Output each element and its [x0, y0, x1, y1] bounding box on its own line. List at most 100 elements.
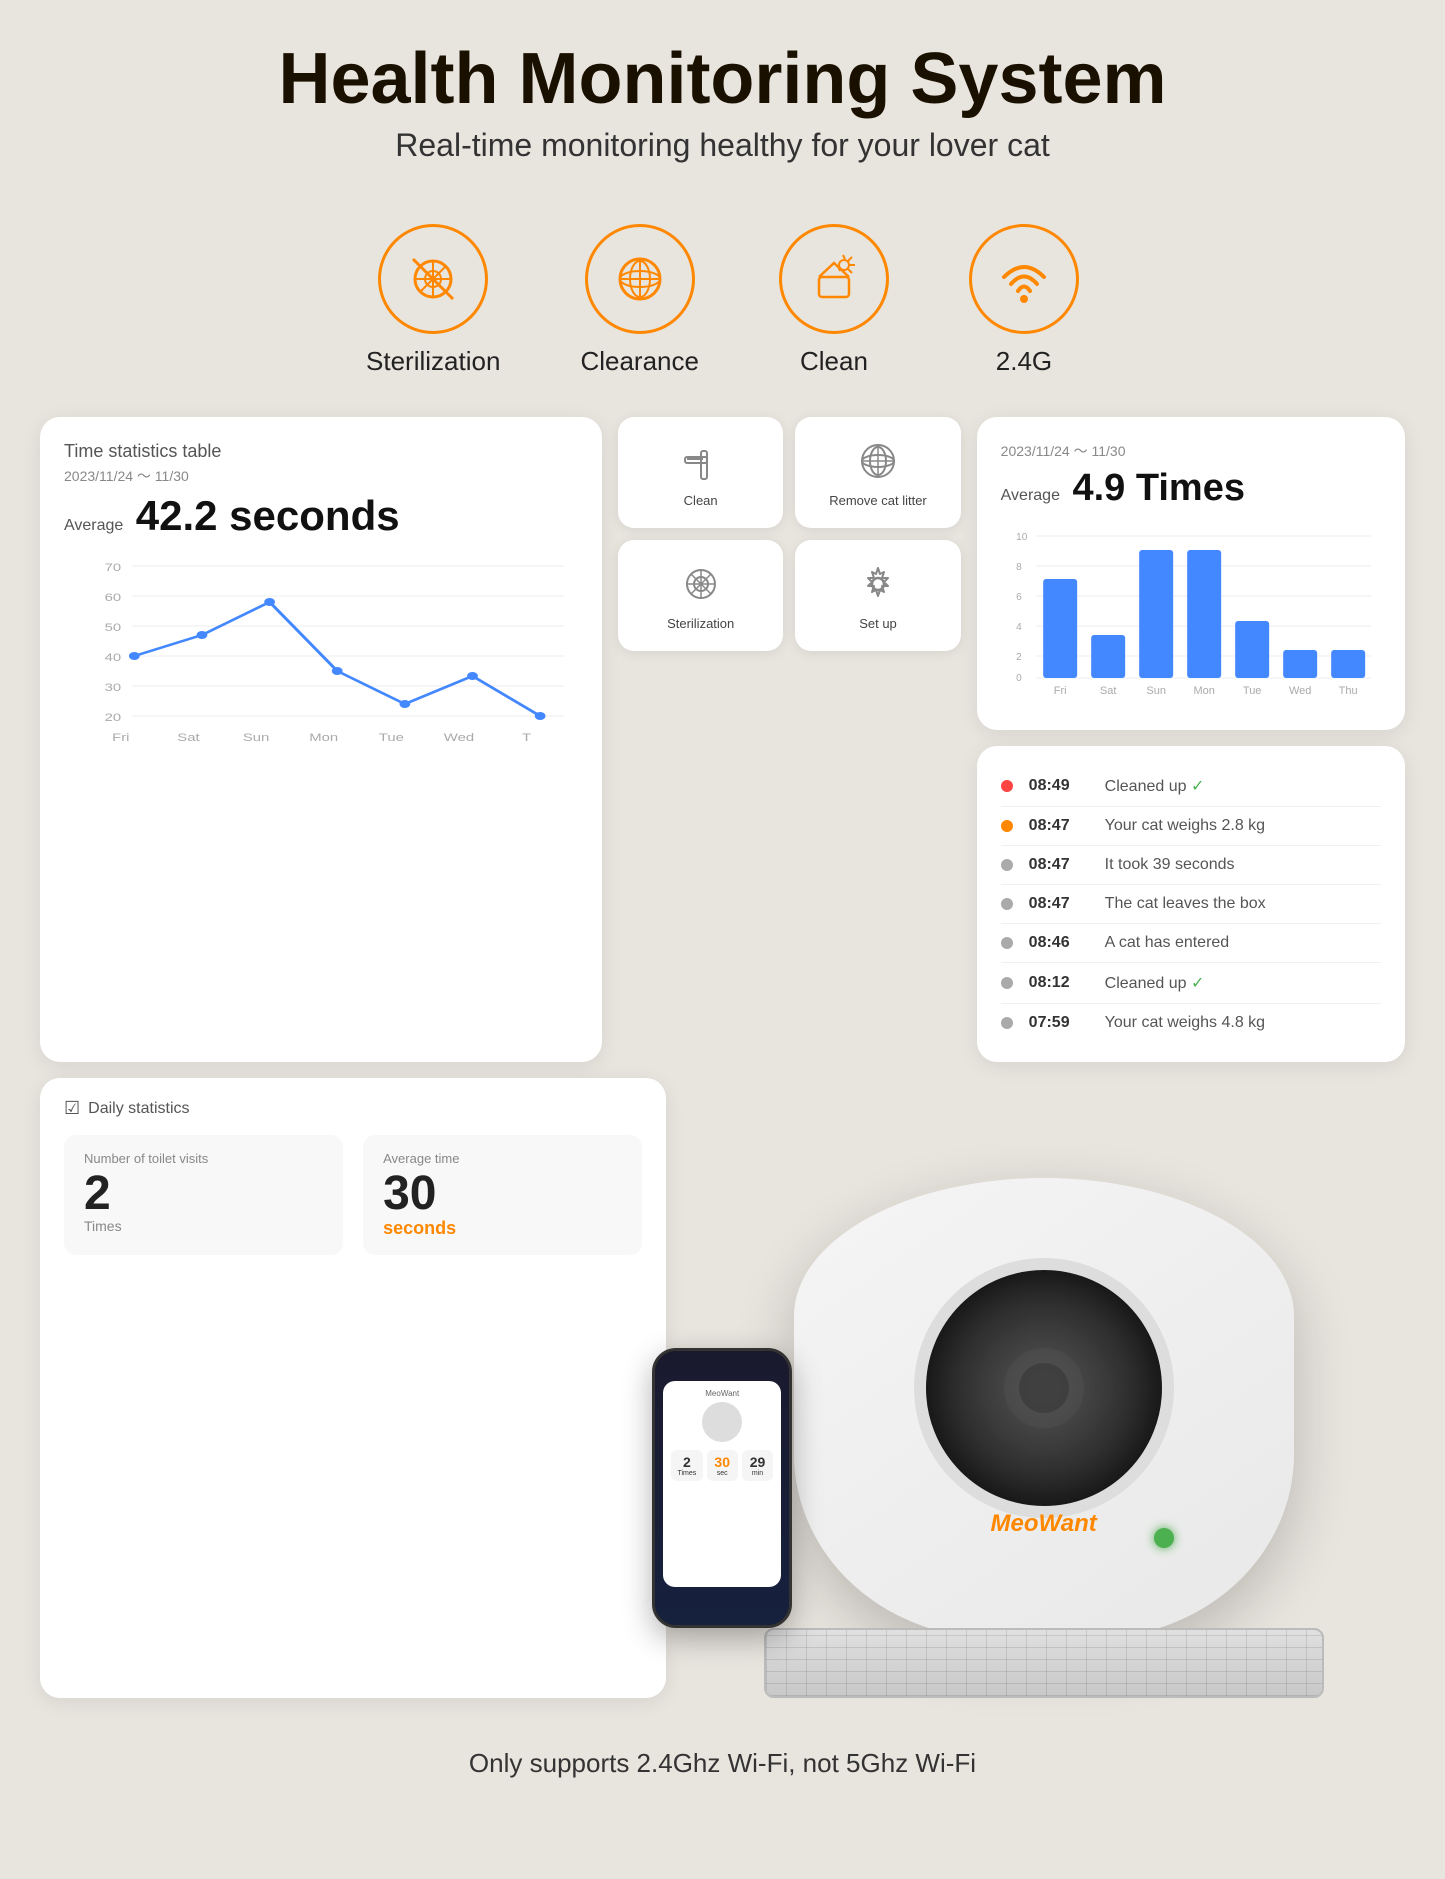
toilet-visits-value: 2 [84, 1170, 323, 1218]
remove-litter-icon [854, 437, 902, 485]
svg-text:Thu: Thu [1338, 685, 1357, 697]
log-item-2: 08:47 Your cat weighs 2.8 kg [1001, 807, 1381, 846]
avg-time-unit: seconds [383, 1218, 622, 1239]
action-grid: Clean Remove cat litter [618, 417, 961, 651]
daily-title-text: Daily statistics [88, 1100, 189, 1118]
svg-text:4: 4 [1016, 622, 1022, 633]
log-desc-2: Your cat weighs 2.8 kg [1105, 817, 1381, 835]
phone-stat-label-3: min [752, 1470, 763, 1477]
svg-text:Sun: Sun [243, 731, 269, 744]
phone-stat-3: 29 min [742, 1450, 773, 1481]
setup-button[interactable]: Set up [795, 540, 960, 651]
log-time-2: 08:47 [1029, 817, 1089, 835]
dashboard: Time statistics table 2023/11/24 ～ 11/30… [0, 417, 1445, 1062]
time-avg-value: 42.2 seconds [136, 492, 400, 539]
time-stats-title: Time statistics table [64, 441, 578, 462]
svg-text:Fri: Fri [112, 731, 129, 744]
sterilization-icon [378, 224, 488, 334]
avg-time-stat: Average time 30 seconds [363, 1135, 642, 1255]
sterilization-action-label: Sterilization [667, 616, 734, 631]
log-time-3: 08:47 [1029, 856, 1089, 874]
log-dot-7 [1001, 1017, 1013, 1029]
log-desc-5: A cat has entered [1105, 934, 1381, 952]
clearance-label: Clearance [580, 346, 699, 377]
phone-content: MeoWant 2 Times 30 sec 29 min [663, 1381, 781, 1587]
log-item-6: 08:12 Cleaned up ✓ [1001, 963, 1381, 1004]
svg-text:40: 40 [105, 651, 122, 664]
log-desc-3: It took 39 seconds [1105, 856, 1381, 874]
feature-clearance: Clearance [580, 224, 699, 377]
log-dot-6 [1001, 977, 1013, 989]
device-container: MeoWant [694, 1078, 1394, 1698]
clean-button[interactable]: Clean [618, 417, 783, 528]
svg-text:T: T [522, 731, 531, 744]
clearance-icon [585, 224, 695, 334]
clean-icon [779, 224, 889, 334]
visit-date: 2023/11/24 ～ 11/30 [1001, 441, 1381, 461]
avg-time-label: Average time [383, 1151, 622, 1166]
setup-icon [854, 560, 902, 608]
main-subtitle: Real-time monitoring healthy for your lo… [20, 127, 1425, 164]
log-dot-2 [1001, 820, 1013, 832]
device-body: MeoWant [794, 1178, 1294, 1638]
visit-stats-panel: 2023/11/24 ～ 11/30 Average 4.9 Times 10 … [977, 417, 1405, 730]
svg-text:Sun: Sun [1146, 685, 1166, 697]
phone-stat-2: 30 sec [707, 1450, 738, 1481]
log-item-7: 07:59 Your cat weighs 4.8 kg [1001, 1004, 1381, 1042]
check-icon-1: ✓ [1191, 778, 1204, 795]
log-time-1: 08:49 [1029, 777, 1089, 795]
visit-bar-chart: 10 8 6 4 2 0 [1001, 526, 1381, 706]
bottom-section: ☑ Daily statistics Number of toilet visi… [0, 1062, 1445, 1698]
phone-app-label: MeoWant [671, 1389, 773, 1398]
header: Health Monitoring System Real-time monit… [0, 0, 1445, 184]
svg-text:Fri: Fri [1053, 685, 1066, 697]
log-dot-1 [1001, 780, 1013, 792]
check-icon-2: ✓ [1191, 975, 1204, 992]
feature-sterilization: Sterilization [366, 224, 500, 377]
phone-device-icon [702, 1402, 742, 1442]
phone-screen: MeoWant 2 Times 30 sec 29 min [655, 1351, 789, 1625]
svg-text:Wed: Wed [444, 731, 474, 744]
log-dot-4 [1001, 898, 1013, 910]
log-time-5: 08:46 [1029, 934, 1089, 952]
door-handle [1004, 1348, 1084, 1428]
remove-litter-button[interactable]: Remove cat litter [795, 417, 960, 528]
product-area: MeoWant 2 Times 30 sec 29 min [682, 1078, 1405, 1698]
activity-log-panel: 08:49 Cleaned up ✓ 08:47 Your cat weighs… [977, 746, 1405, 1062]
log-item-1: 08:49 Cleaned up ✓ [1001, 766, 1381, 807]
phone-stat-label-1: Times [677, 1470, 696, 1477]
features-row: Sterilization Clearance [0, 184, 1445, 407]
phone-mockup: MeoWant 2 Times 30 sec 29 min [652, 1348, 792, 1628]
toilet-visits-label: Number of toilet visits [84, 1151, 323, 1166]
wifi-icon [969, 224, 1079, 334]
phone-stat-num-3: 29 [746, 1454, 769, 1470]
device-base [764, 1628, 1324, 1698]
log-item-3: 08:47 It took 39 seconds [1001, 846, 1381, 885]
footer-text: Only supports 2.4Ghz Wi-Fi, not 5Ghz Wi-… [469, 1748, 976, 1778]
phone-stat-num-2: 30 [711, 1454, 734, 1470]
svg-text:60: 60 [105, 591, 122, 604]
phone-stat-label-2: sec [717, 1470, 728, 1477]
log-dot-5 [1001, 937, 1013, 949]
svg-text:70: 70 [105, 561, 122, 574]
clean-label: Clean [800, 346, 868, 377]
daily-stats-panel: ☑ Daily statistics Number of toilet visi… [40, 1078, 666, 1698]
svg-text:Tue: Tue [1243, 685, 1262, 697]
device-base-grid [766, 1630, 1322, 1696]
visit-avg-value: 4.9 Times [1072, 467, 1245, 509]
svg-text:Wed: Wed [1289, 685, 1311, 697]
device-window [914, 1258, 1174, 1518]
daily-stats-title: ☑ Daily statistics [64, 1098, 642, 1119]
log-desc-1: Cleaned up ✓ [1105, 776, 1381, 796]
svg-text:Tue: Tue [379, 731, 404, 744]
feature-wifi: 2.4G [969, 224, 1079, 377]
device-status-light [1154, 1528, 1174, 1548]
sterilization-button[interactable]: Sterilization [618, 540, 783, 651]
svg-text:Mon: Mon [1193, 685, 1214, 697]
phone-stats: 2 Times 30 sec 29 min [671, 1450, 773, 1481]
log-desc-4: The cat leaves the box [1105, 895, 1381, 913]
visit-avg-label: Average [1001, 487, 1060, 504]
time-line-chart: 70 60 50 40 30 20 [64, 556, 578, 756]
svg-text:Sat: Sat [177, 731, 200, 744]
device-brand: MeoWant [991, 1510, 1097, 1538]
